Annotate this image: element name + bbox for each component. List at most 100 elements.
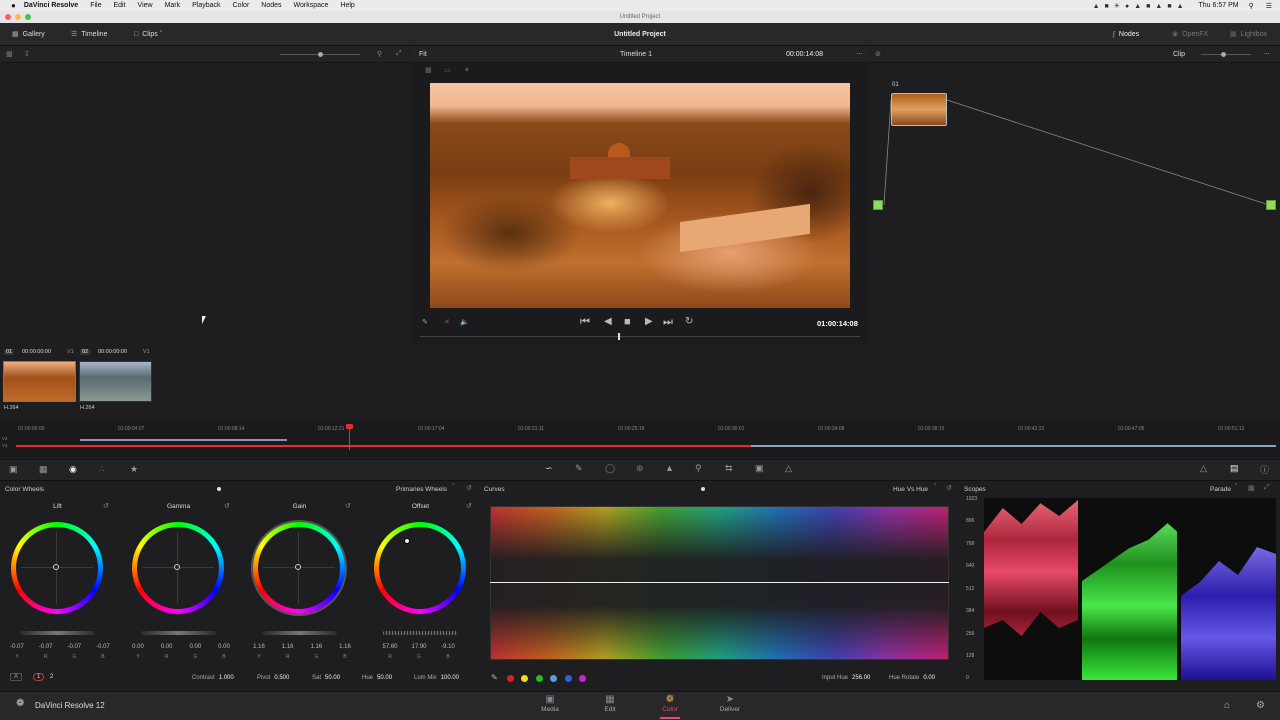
clip-bar-01[interactable]: [16, 445, 751, 447]
eyedropper-icon[interactable]: ✎: [491, 673, 498, 682]
swatch-green[interactable]: [536, 675, 543, 682]
corrector-node[interactable]: [891, 93, 947, 126]
clip-thumbnail-02[interactable]: [79, 361, 152, 402]
offset-g[interactable]: 17.90: [406, 644, 432, 650]
swatch-blue[interactable]: [565, 675, 572, 682]
play-reverse-icon[interactable]: ◀: [604, 316, 612, 327]
expand-icon[interactable]: ⤢: [396, 50, 402, 58]
qualifier-icon[interactable]: ✎: [575, 463, 583, 474]
timeline-button[interactable]: ☰ Timeline: [71, 23, 107, 46]
lummix-field[interactable]: Lum Mix 100.00: [414, 675, 459, 681]
gamma-b[interactable]: 0.00: [211, 644, 237, 650]
offset-wheel[interactable]: [374, 522, 466, 614]
lift-r[interactable]: -0.07: [33, 644, 59, 650]
auto-balance-button[interactable]: A: [10, 673, 23, 681]
node-zoom-slider[interactable]: [1201, 54, 1251, 55]
chevron-down-icon[interactable]: ˇ: [452, 484, 454, 491]
lift-wheel[interactable]: [11, 522, 103, 614]
expand-icon[interactable]: ⤢: [1264, 484, 1270, 492]
download-icon[interactable]: ↧: [24, 50, 30, 58]
menu-workspace[interactable]: Workspace: [294, 2, 329, 9]
disable-icon[interactable]: ⊘: [875, 50, 881, 58]
eyedropper-icon[interactable]: ✎: [422, 318, 428, 326]
gain-wheel[interactable]: [253, 522, 345, 614]
node-input[interactable]: [873, 200, 883, 210]
menu-playback[interactable]: Playback: [192, 2, 220, 9]
play-icon[interactable]: ▶: [645, 316, 653, 327]
curve-mode-dropdown[interactable]: Hue Vs Hue: [893, 484, 928, 496]
gamma-y[interactable]: 0.00: [125, 644, 151, 650]
offset-b[interactable]: -9.10: [435, 644, 461, 650]
gamma-g[interactable]: 0.00: [182, 644, 208, 650]
timeline-name-dropdown[interactable]: Timeline 1: [620, 51, 652, 58]
rgb-mixer-icon[interactable]: ∴: [99, 464, 105, 475]
clip-thumbnail-01[interactable]: [3, 361, 76, 402]
reset-icon[interactable]: ↺: [103, 502, 109, 510]
dolby-icon[interactable]: △: [785, 463, 792, 474]
reset-icon[interactable]: ↺: [345, 502, 351, 510]
skip-back-icon[interactable]: ⏮: [580, 316, 590, 329]
menu-file[interactable]: File: [90, 2, 101, 9]
loop-icon[interactable]: ↻: [685, 316, 693, 327]
lummix-value[interactable]: 100.00: [441, 675, 459, 681]
camera-raw-icon[interactable]: ▣: [9, 464, 18, 475]
sat-value[interactable]: 50.00: [325, 675, 340, 681]
info-scope-icon[interactable]: △: [1200, 463, 1207, 474]
menu-help[interactable]: Help: [340, 2, 354, 9]
chevron-down-icon[interactable]: ˇ: [1235, 484, 1237, 491]
pivot-field[interactable]: Pivot 0.500: [257, 675, 289, 681]
tracker-icon[interactable]: ⊕: [636, 463, 644, 474]
swatch-magenta[interactable]: [579, 675, 586, 682]
offset-r[interactable]: 57.60: [377, 644, 403, 650]
unlink-icon[interactable]: ✕: [444, 318, 450, 326]
window-icon[interactable]: ◯: [605, 463, 615, 474]
edit-page-button[interactable]: ▦ Edit: [590, 694, 630, 713]
grid-view-icon[interactable]: ▩: [6, 50, 13, 58]
node-zoom-handle[interactable]: [1221, 52, 1226, 57]
swatch-yellow[interactable]: [521, 675, 528, 682]
minimize-icon[interactable]: [15, 14, 21, 20]
hue-rotate-field[interactable]: Hue Rotate 0.00: [889, 675, 935, 681]
openfx-button[interactable]: ◉ OpenFX: [1172, 23, 1208, 46]
lift-b[interactable]: -0.07: [90, 644, 116, 650]
clip-bar-v2[interactable]: [80, 439, 287, 441]
speaker-icon[interactable]: 🔈: [460, 318, 469, 326]
blur-icon[interactable]: ▲: [665, 463, 674, 473]
lift-g[interactable]: -0.07: [61, 644, 87, 650]
wipe-icon[interactable]: ▭: [444, 66, 451, 74]
gamma-master-slider[interactable]: [141, 631, 216, 635]
stereo-icon[interactable]: ▣: [755, 463, 764, 474]
zoom-icon[interactable]: [25, 14, 31, 20]
gamma-wheel-handle[interactable]: [174, 564, 180, 570]
gamma-wheel[interactable]: [132, 522, 224, 614]
highlight-icon[interactable]: ✦: [464, 66, 470, 74]
parade-dropdown[interactable]: Parade: [1210, 484, 1231, 496]
motion-effects-icon[interactable]: ★: [130, 464, 138, 475]
page-2-button[interactable]: 2: [50, 674, 53, 680]
clip-bar-02[interactable]: [751, 445, 1276, 447]
hue-field[interactable]: Hue 50.00: [362, 675, 392, 681]
playhead-marker[interactable]: [346, 424, 353, 429]
lift-wheel-handle[interactable]: [53, 564, 59, 570]
gain-wheel-handle[interactable]: [295, 564, 301, 570]
stop-icon[interactable]: ■: [624, 316, 631, 328]
input-hue-value[interactable]: 256.00: [852, 675, 870, 681]
reset-icon[interactable]: ↺: [946, 484, 952, 492]
menu-view[interactable]: View: [138, 2, 153, 9]
clip-dropdown[interactable]: Clip: [1173, 51, 1185, 58]
scrub-bar[interactable]: [420, 336, 860, 337]
gain-r[interactable]: 1.16: [275, 644, 301, 650]
sizing-icon[interactable]: ⇆: [725, 463, 733, 474]
settings-icon[interactable]: ⚙: [1256, 700, 1265, 711]
curves-icon[interactable]: ∽: [545, 463, 553, 474]
offset-wheel-handle[interactable]: [404, 538, 410, 544]
input-hue-field[interactable]: Input Hue 256.00: [822, 675, 870, 681]
chevron-down-icon[interactable]: ˇ: [934, 484, 936, 491]
lift-master-slider[interactable]: [20, 631, 95, 635]
menu-edit[interactable]: Edit: [113, 2, 125, 9]
node-options-icon[interactable]: ⋯: [1263, 50, 1270, 58]
viewer-mode-icon[interactable]: ▩: [425, 66, 432, 74]
media-page-button[interactable]: ▣ Media: [530, 694, 570, 713]
node-output[interactable]: [1266, 200, 1276, 210]
skip-forward-icon[interactable]: ⏭: [663, 316, 673, 329]
